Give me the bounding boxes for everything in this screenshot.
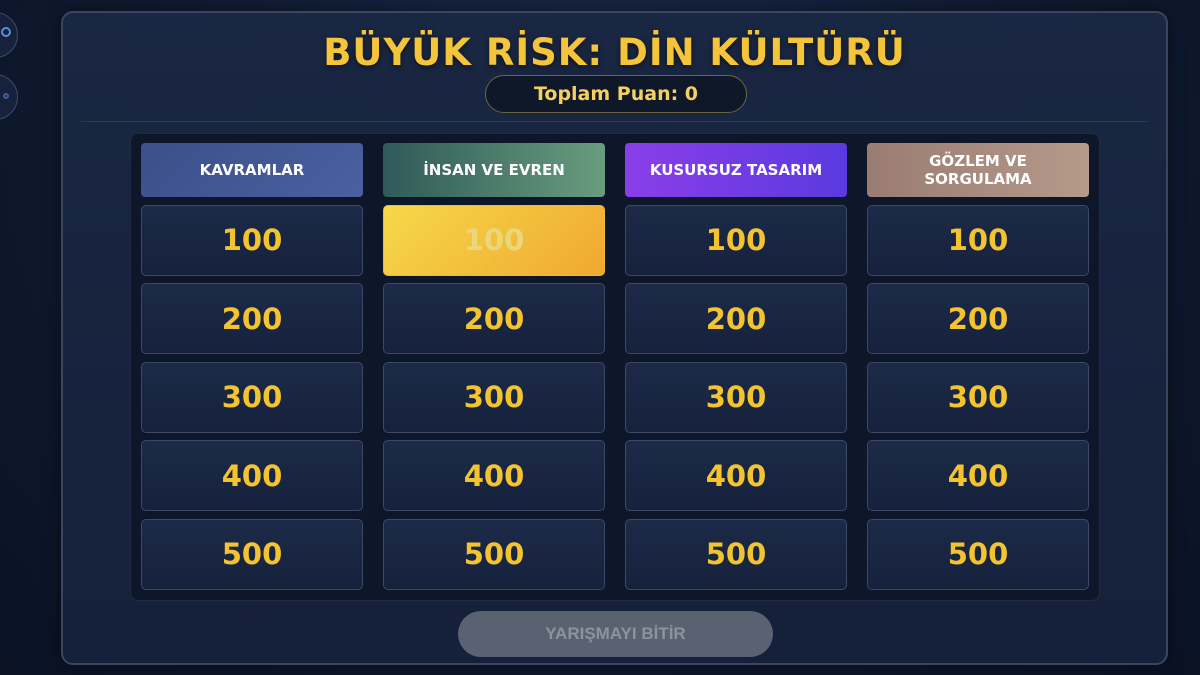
question-tile[interactable]: 100 — [383, 204, 605, 276]
board-grid: KAVRAMLAR İNSAN VE EVREN KUSURSUZ TASARI… — [141, 143, 1089, 590]
question-tile[interactable]: 300 — [141, 361, 363, 433]
side-secondary-button[interactable] — [0, 74, 18, 120]
target-icon — [1, 27, 11, 37]
side-menu-button[interactable] — [0, 12, 18, 58]
question-tile[interactable]: 200 — [625, 283, 847, 354]
divider — [81, 121, 1148, 122]
question-tile[interactable]: 500 — [867, 518, 1089, 590]
question-tile[interactable]: 500 — [383, 518, 605, 590]
question-tile[interactable]: 400 — [867, 440, 1089, 511]
question-tile[interactable]: 200 — [867, 283, 1089, 354]
game-board: KAVRAMLAR İNSAN VE EVREN KUSURSUZ TASARI… — [130, 133, 1100, 601]
question-tile[interactable]: 100 — [625, 204, 847, 276]
question-tile[interactable]: 400 — [383, 440, 605, 511]
question-tile[interactable]: 300 — [383, 361, 605, 433]
question-tile[interactable]: 200 — [383, 283, 605, 354]
page-title: BÜYÜK RİSK: DİN KÜLTÜRÜ — [323, 31, 906, 74]
question-tile[interactable]: 500 — [141, 518, 363, 590]
question-tile[interactable]: 100 — [867, 204, 1089, 276]
game-panel: BÜYÜK RİSK: DİN KÜLTÜRÜ Toplam Puan: 0 K… — [61, 11, 1168, 665]
question-tile[interactable]: 100 — [141, 204, 363, 276]
category-header: İNSAN VE EVREN — [383, 143, 605, 197]
question-tile[interactable]: 400 — [625, 440, 847, 511]
question-tile[interactable]: 300 — [867, 361, 1089, 433]
category-header: KUSURSUZ TASARIM — [625, 143, 847, 197]
score-badge: Toplam Puan: 0 — [485, 75, 747, 113]
question-tile[interactable]: 500 — [625, 518, 847, 590]
question-tile[interactable]: 300 — [625, 361, 847, 433]
finish-game-button[interactable]: YARIŞMAYI BİTİR — [458, 611, 773, 657]
question-tile[interactable]: 400 — [141, 440, 363, 511]
dot-icon — [3, 93, 9, 99]
category-header: GÖZLEM VE SORGULAMA — [867, 143, 1089, 197]
question-tile[interactable]: 200 — [141, 283, 363, 354]
category-header: KAVRAMLAR — [141, 143, 363, 197]
